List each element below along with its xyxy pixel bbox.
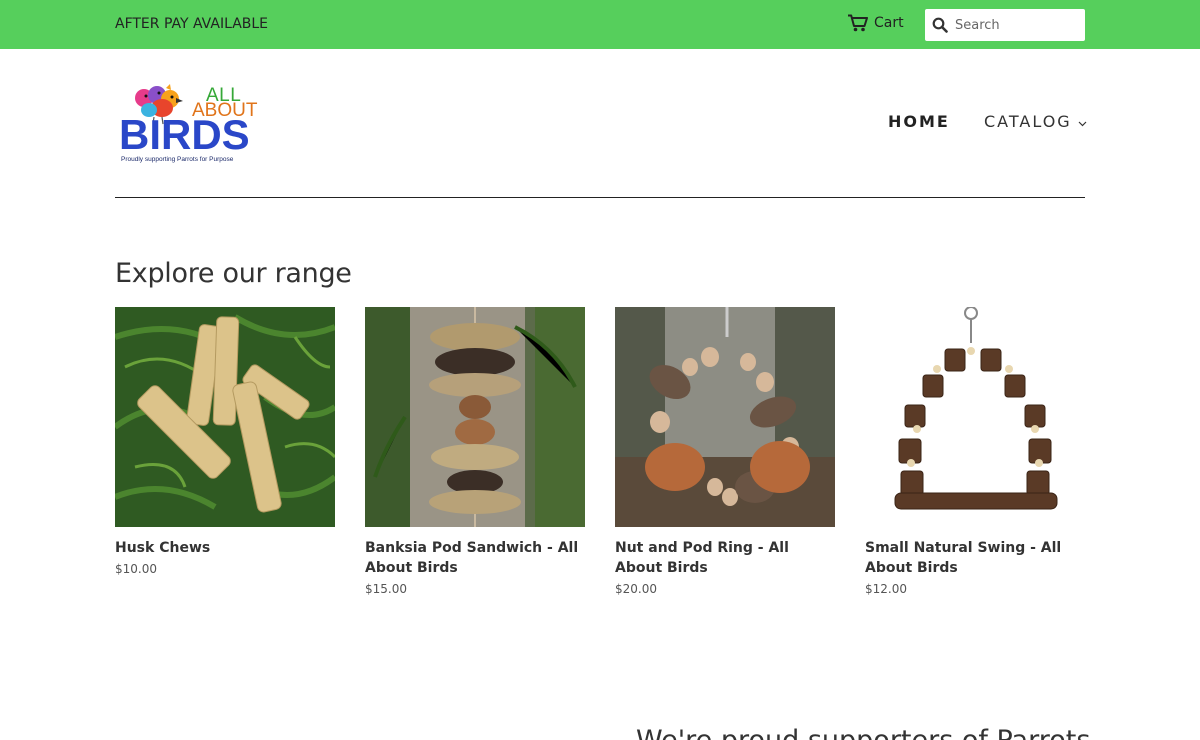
afterpay-promo-text: AFTER PAY AVAILABLE: [115, 16, 269, 32]
cart-icon: [848, 14, 868, 32]
product-card[interactable]: Small Natural Swing - All About Birds $1…: [865, 307, 1085, 596]
header-divider: [115, 197, 1085, 198]
search-input[interactable]: [955, 11, 1081, 39]
logo-text-birds: BIRDS: [119, 111, 250, 158]
product-image[interactable]: [115, 307, 335, 527]
product-card[interactable]: Nut and Pod Ring - All About Birds $20.0…: [615, 307, 835, 596]
cart-link[interactable]: Cart: [848, 14, 904, 32]
product-title[interactable]: Small Natural Swing - All About Birds: [865, 538, 1085, 578]
product-card[interactable]: Banksia Pod Sandwich - All About Birds $…: [365, 307, 585, 596]
product-price: $20.00: [615, 582, 657, 596]
product-title[interactable]: Nut and Pod Ring - All About Birds: [615, 538, 835, 578]
announcement-bar: AFTER PAY AVAILABLE Cart: [0, 0, 1200, 49]
cart-label: Cart: [874, 15, 904, 31]
product-image[interactable]: [615, 307, 835, 527]
chevron-down-icon: [1078, 112, 1087, 131]
nav-catalog[interactable]: CATALOG: [984, 112, 1087, 131]
product-price: $15.00: [365, 582, 407, 596]
product-price: $10.00: [115, 562, 157, 576]
search-box[interactable]: [925, 9, 1085, 41]
logo-tagline: Proudly supporting Parrots for Purpose: [121, 156, 234, 163]
site-logo[interactable]: ALL ABOUT BIRDS Proudly supporting Parro…: [118, 80, 268, 170]
product-image[interactable]: [365, 307, 585, 527]
search-icon[interactable]: [925, 17, 955, 33]
section-title: Explore our range: [115, 258, 352, 289]
product-price: $12.00: [865, 582, 907, 596]
product-title[interactable]: Husk Chews: [115, 538, 335, 558]
product-image[interactable]: [865, 307, 1085, 527]
product-title[interactable]: Banksia Pod Sandwich - All About Birds: [365, 538, 585, 578]
nav-catalog-label: CATALOG: [984, 112, 1072, 131]
nav-home[interactable]: HOME: [888, 112, 950, 131]
supporters-heading: We're proud supporters of Parrots: [636, 725, 1090, 740]
product-card[interactable]: Husk Chews $10.00: [115, 307, 335, 576]
